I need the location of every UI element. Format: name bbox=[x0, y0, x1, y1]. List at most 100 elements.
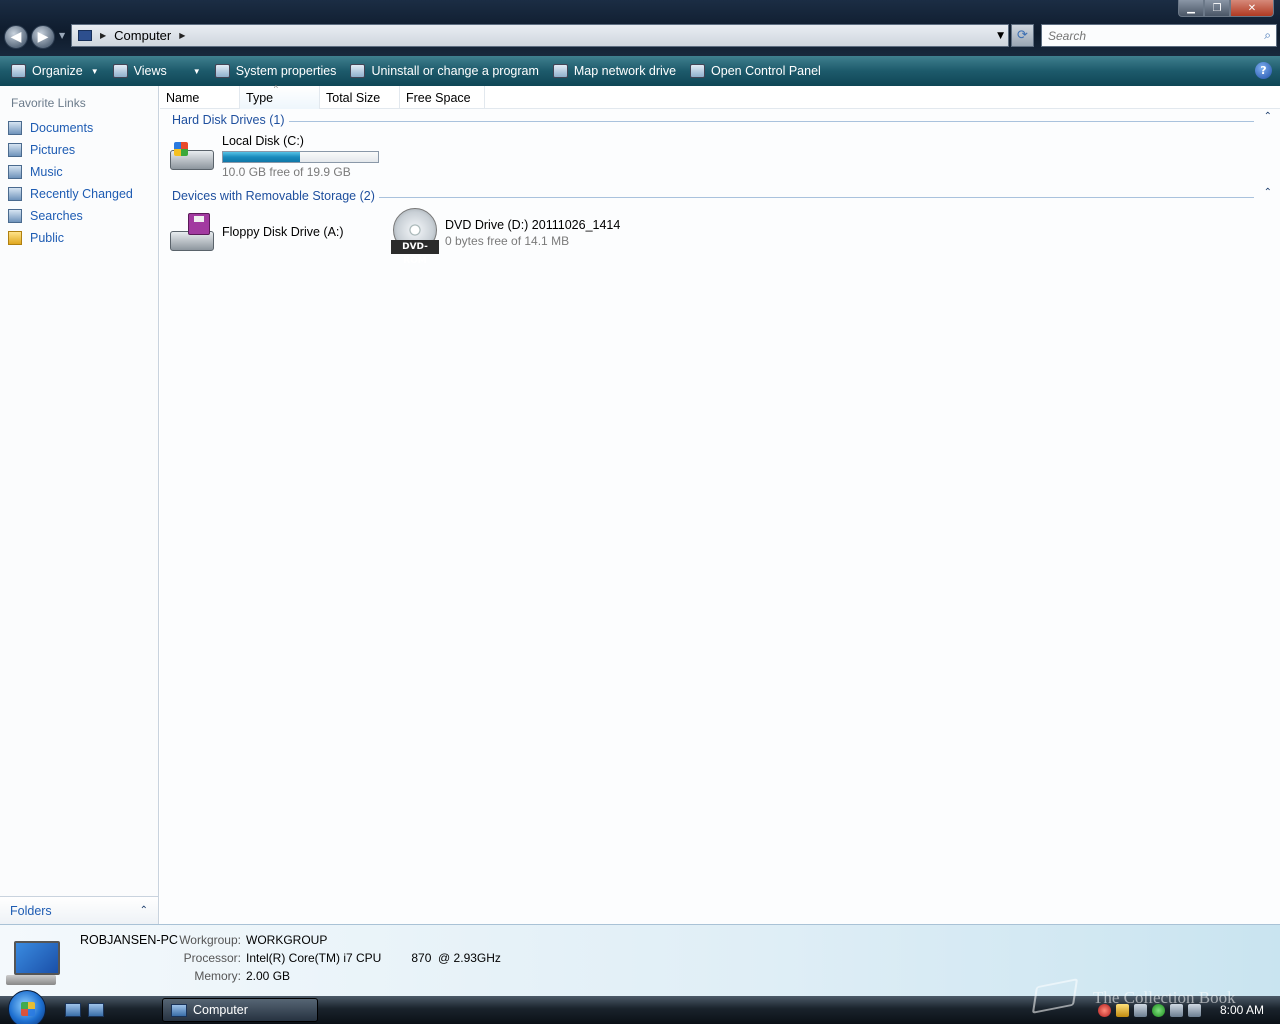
documents-icon bbox=[8, 121, 22, 135]
drive-local-disk-c[interactable]: Local Disk (C:) 10.0 GB free of 19.9 GB bbox=[168, 134, 379, 179]
uninstall-program-label: Uninstall or change a program bbox=[371, 64, 539, 78]
recently-changed-icon bbox=[8, 187, 22, 201]
collapse-chevron-icon[interactable]: ⌃ bbox=[1264, 111, 1272, 122]
group-title: Hard Disk Drives (1) bbox=[172, 113, 289, 127]
music-icon bbox=[8, 165, 22, 179]
network-icon[interactable] bbox=[1170, 1003, 1183, 1017]
clock[interactable]: 8:00 AM bbox=[1220, 1003, 1264, 1017]
sidebar-item-label: Searches bbox=[30, 209, 83, 223]
display-icon[interactable] bbox=[1134, 1003, 1147, 1017]
navigation-pane: Favorite Links Documents Pictures Music … bbox=[0, 86, 159, 924]
restore-button[interactable]: ❐ bbox=[1204, 0, 1230, 17]
group-header-removable-storage[interactable]: Devices with Removable Storage (2) ⌃ bbox=[172, 187, 1272, 203]
sort-ascending-icon: ^ bbox=[274, 84, 278, 93]
back-arrow-icon: ◀ bbox=[10, 29, 22, 45]
search-input[interactable] bbox=[1041, 24, 1277, 47]
details-pane: ROBJANSEN-PC Workgroup: WORKGROUP Proces… bbox=[0, 924, 1280, 996]
sidebar-item-label: Documents bbox=[30, 121, 94, 135]
column-header-row: Name ^ Type Total Size Free Space bbox=[160, 84, 1280, 109]
close-button[interactable]: ✕ bbox=[1230, 0, 1274, 17]
column-header-name[interactable]: Name bbox=[160, 86, 240, 109]
organize-icon bbox=[11, 64, 26, 78]
group-title: Devices with Removable Storage (2) bbox=[172, 189, 379, 203]
file-list: Name ^ Type Total Size Free Space Hard D… bbox=[160, 84, 1280, 924]
breadcrumb-computer[interactable]: Computer bbox=[114, 28, 171, 43]
workgroup-value: WORKGROUP bbox=[246, 933, 328, 947]
command-bar: Organize ▼ Views ▼ System properties Uni… bbox=[0, 56, 1280, 86]
address-bar[interactable]: ▶ Computer ▶ ▼ bbox=[71, 24, 1009, 47]
address-dropdown-icon[interactable]: ▼ bbox=[997, 31, 1004, 41]
sidebar-item-label: Music bbox=[30, 165, 63, 179]
minimize-button[interactable]: ▁ bbox=[1178, 0, 1204, 17]
map-network-drive-label: Map network drive bbox=[573, 64, 677, 78]
recent-pages-dropdown-icon[interactable]: ▼ bbox=[59, 31, 65, 40]
processor-value: Intel(R) Core(TM) i7 CPU 870 @ 2.93GHz bbox=[246, 951, 501, 965]
favorite-links-heading: Favorite Links bbox=[11, 96, 86, 110]
taskbar-button-label: Computer bbox=[193, 1003, 248, 1017]
group-header-hard-disk-drives[interactable]: Hard Disk Drives (1) ⌃ bbox=[172, 111, 1272, 127]
views-button[interactable]: Views ▼ bbox=[106, 59, 208, 83]
network-drive-icon bbox=[552, 64, 568, 78]
collapse-chevron-icon[interactable]: ⌃ bbox=[1264, 187, 1272, 198]
volume-icon[interactable] bbox=[1188, 1003, 1201, 1017]
computer-name: ROBJANSEN-PC bbox=[80, 933, 178, 947]
switch-windows-icon[interactable] bbox=[88, 1003, 104, 1017]
folders-toggle[interactable]: Folders ⌃ bbox=[0, 896, 158, 924]
sidebar-item-label: Pictures bbox=[30, 143, 76, 157]
sidebar-item-pictures[interactable]: Pictures bbox=[8, 143, 75, 157]
column-header-free-space[interactable]: Free Space bbox=[400, 86, 485, 109]
organize-button[interactable]: Organize ▼ bbox=[4, 59, 106, 83]
title-bar: ▁ ❐ ✕ ◀ ▶ ▼ ▶ Computer ▶ ▼ ⟳ ⌕ bbox=[0, 0, 1280, 56]
system-tray: 8:00 AM bbox=[1090, 996, 1280, 1024]
status-ok-icon[interactable] bbox=[1152, 1003, 1165, 1017]
chevron-down-icon[interactable]: ▼ bbox=[193, 67, 201, 76]
chevron-down-icon: ▼ bbox=[90, 66, 99, 76]
column-header-type[interactable]: ^ Type bbox=[240, 84, 320, 109]
drive-floppy-a[interactable]: Floppy Disk Drive (A:) bbox=[168, 211, 344, 253]
taskbar: Computer 8:00 AM bbox=[0, 990, 1280, 1024]
pictures-icon bbox=[8, 143, 22, 157]
folders-label: Folders bbox=[10, 903, 52, 918]
taskbar-button-computer[interactable]: Computer bbox=[162, 998, 318, 1022]
drive-dvd-d[interactable]: DVD-ROM DVD Drive (D:) 20111026_1414 0 b… bbox=[391, 208, 621, 266]
organize-label: Organize bbox=[32, 64, 83, 78]
search-icon[interactable]: ⌕ bbox=[1264, 28, 1271, 43]
show-desktop-icon[interactable] bbox=[65, 1003, 81, 1017]
sidebar-item-public[interactable]: Public bbox=[8, 231, 64, 245]
uninstall-program-button[interactable]: Uninstall or change a program bbox=[343, 59, 545, 83]
help-button[interactable]: ? bbox=[1255, 62, 1272, 79]
hard-drive-icon bbox=[168, 140, 216, 172]
security-shield-icon[interactable] bbox=[1116, 1003, 1129, 1017]
uninstall-icon bbox=[350, 64, 366, 78]
map-network-drive-button[interactable]: Map network drive bbox=[546, 59, 683, 83]
breadcrumb-separator-icon[interactable]: ▶ bbox=[100, 31, 106, 40]
start-button[interactable] bbox=[8, 990, 46, 1024]
sidebar-item-documents[interactable]: Documents bbox=[8, 121, 93, 135]
views-icon bbox=[112, 64, 128, 78]
back-button[interactable]: ◀ bbox=[4, 25, 28, 49]
breadcrumb-separator-icon[interactable]: ▶ bbox=[179, 31, 185, 40]
error-notification-icon[interactable] bbox=[1098, 1003, 1111, 1017]
open-control-panel-button[interactable]: Open Control Panel bbox=[683, 59, 828, 83]
group-divider bbox=[172, 121, 1254, 122]
drive-name: Floppy Disk Drive (A:) bbox=[222, 225, 344, 239]
control-panel-icon bbox=[690, 64, 706, 78]
open-control-panel-label: Open Control Panel bbox=[711, 64, 821, 78]
computer-monitor-icon bbox=[6, 941, 62, 989]
disk-usage-bar bbox=[222, 151, 379, 163]
drive-name: Local Disk (C:) bbox=[222, 134, 304, 148]
views-label: Views bbox=[133, 64, 167, 78]
drive-free-space: 10.0 GB free of 19.9 GB bbox=[222, 165, 351, 179]
sidebar-item-recently-changed[interactable]: Recently Changed bbox=[8, 187, 133, 201]
column-header-total-size[interactable]: Total Size bbox=[320, 86, 400, 109]
memory-value: 2.00 GB bbox=[246, 969, 291, 983]
sidebar-item-music[interactable]: Music bbox=[8, 165, 63, 179]
sidebar-item-searches[interactable]: Searches bbox=[8, 209, 83, 223]
drive-name: DVD Drive (D:) 20111026_1414 bbox=[445, 218, 621, 232]
system-properties-button[interactable]: System properties bbox=[208, 59, 344, 83]
forward-button[interactable]: ▶ bbox=[31, 25, 55, 49]
dvd-drive-icon: DVD-ROM bbox=[391, 208, 439, 266]
searches-icon bbox=[8, 209, 22, 223]
drive-free-space: 0 bytes free of 14.1 MB bbox=[445, 234, 570, 248]
refresh-button[interactable]: ⟳ bbox=[1011, 24, 1034, 47]
